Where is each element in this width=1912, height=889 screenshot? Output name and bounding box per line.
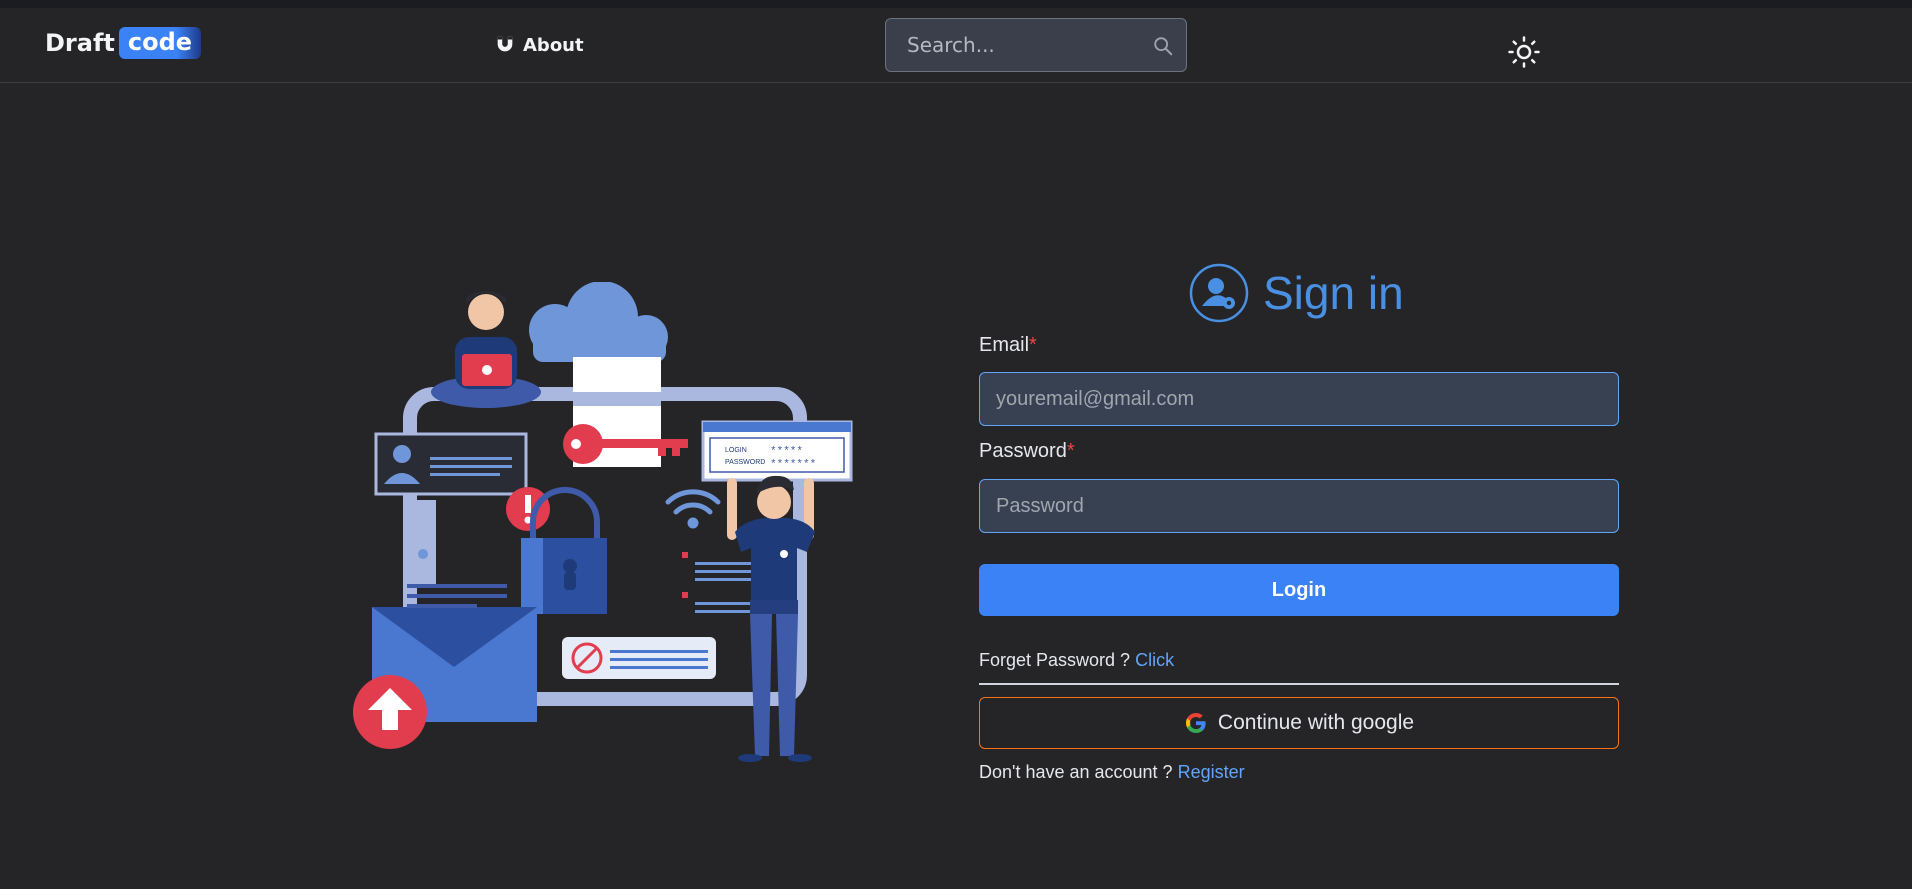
search-icon[interactable] — [1152, 35, 1174, 57]
google-button-label: Continue with google — [1217, 711, 1415, 734]
logo-text-draft: Draft — [45, 29, 115, 57]
warning-icon — [506, 487, 550, 531]
divider — [979, 683, 1619, 685]
signin-header: Sign in — [1189, 263, 1404, 323]
user-gear-icon — [1189, 263, 1249, 323]
logo-text-code: code — [118, 27, 202, 59]
forgot-password-text: Forget Password ? — [979, 650, 1131, 670]
signin-title: Sign in — [1263, 267, 1404, 319]
no-account-text: Don't have an account ? — [979, 762, 1173, 782]
illustration-login-label: LOGIN — [725, 447, 747, 454]
search-input[interactable] — [886, 19, 1136, 71]
register-row: Don't have an account ? Register — [979, 762, 1245, 783]
lock-icon — [521, 487, 607, 614]
illustration-password-mask: ******* — [770, 459, 816, 471]
forgot-password-link[interactable]: Click — [1135, 650, 1174, 670]
sun-icon[interactable] — [1508, 36, 1540, 68]
about-label: About — [523, 34, 584, 56]
login-button[interactable]: Login — [979, 564, 1619, 616]
security-illustration: LOGIN ***** PASSWORD ******* — [353, 282, 853, 762]
google-signin-button[interactable]: Continue with google — [979, 697, 1619, 749]
login-card: LOGIN ***** PASSWORD ******* — [701, 420, 853, 482]
about-link[interactable]: About — [494, 34, 584, 56]
forgot-password-row: Forget Password ? Click — [979, 650, 1174, 671]
email-label: Email* — [979, 334, 1037, 356]
wifi-icon — [665, 489, 721, 529]
site-logo[interactable]: Draft code — [45, 27, 202, 59]
search-box — [885, 18, 1187, 72]
password-label: Password* — [979, 440, 1075, 462]
person-laptop-figure — [431, 291, 541, 408]
password-field[interactable] — [979, 479, 1619, 533]
upload-icon — [353, 675, 427, 749]
navbar: Draft code About — [0, 8, 1912, 83]
cloud-icon — [529, 282, 668, 362]
magnet-icon — [497, 36, 513, 52]
illustration-login-mask: ***** — [770, 446, 803, 458]
google-icon — [1185, 713, 1206, 733]
window-top-strip — [0, 0, 1912, 8]
id-card-shape — [374, 432, 528, 496]
blocked-card — [562, 637, 716, 679]
register-link[interactable]: Register — [1178, 762, 1245, 782]
email-field[interactable] — [979, 372, 1619, 426]
illustration-password-label: PASSWORD — [725, 459, 765, 466]
